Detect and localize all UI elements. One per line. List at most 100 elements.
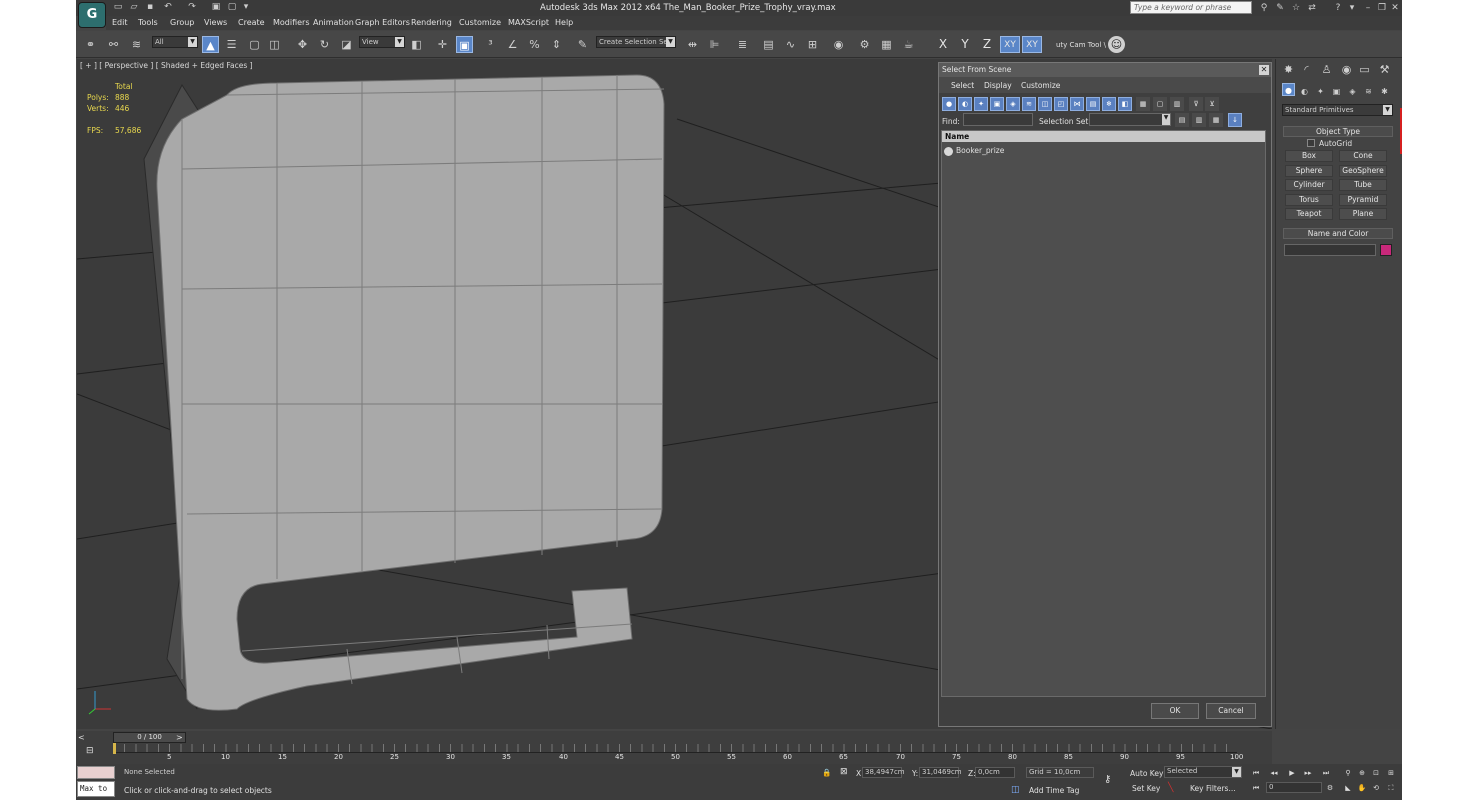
display-invert-icon[interactable]: ▥: [1170, 97, 1184, 111]
restore-icon[interactable]: ❐: [1376, 2, 1388, 14]
pyramid-button[interactable]: Pyramid: [1339, 194, 1387, 206]
align-icon[interactable]: ⊫: [706, 36, 723, 53]
menu-customize[interactable]: Customize: [459, 18, 501, 27]
selection-set-remove-icon[interactable]: ▥: [1192, 113, 1206, 127]
selection-set-add-icon[interactable]: ▤: [1175, 113, 1189, 127]
zoom-extents-all-icon[interactable]: ⊞: [1385, 767, 1397, 779]
sync-selection-icon[interactable]: ↓: [1228, 113, 1242, 127]
next-frame-icon[interactable]: ▸▸: [1302, 767, 1314, 779]
angle-snap-icon[interactable]: ∠: [504, 36, 521, 53]
save-file-icon[interactable]: ▪: [144, 2, 156, 13]
window-crossing-icon[interactable]: ◫: [266, 36, 283, 53]
z-coordinate-field[interactable]: 0,0cm: [975, 767, 1015, 778]
torus-button[interactable]: Torus: [1285, 194, 1333, 206]
close-icon[interactable]: ✕: [1389, 2, 1401, 14]
menu-create[interactable]: Create: [238, 18, 265, 27]
spinner-snap-icon[interactable]: ⇕: [548, 36, 565, 53]
maximize-viewport-icon[interactable]: ⛶: [1385, 782, 1397, 794]
help-dropdown-icon[interactable]: ▾: [1346, 2, 1358, 14]
systems-category-icon[interactable]: ✱: [1378, 83, 1391, 96]
select-manipulate-icon[interactable]: ✛: [434, 36, 451, 53]
mini-curve-editor-icon[interactable]: ⊟: [86, 746, 94, 756]
display-tab-icon[interactable]: ▭: [1356, 61, 1373, 78]
display-containers-icon[interactable]: ▤: [1086, 97, 1100, 111]
selection-set-edit-icon[interactable]: ▦: [1209, 113, 1223, 127]
viewport-label[interactable]: [ + ] [ Perspective ] [ Shaded + Edged F…: [80, 61, 253, 70]
select-and-rotate-icon[interactable]: ↻: [316, 36, 333, 53]
cam-tool-icon[interactable]: ☺: [1108, 36, 1125, 53]
menu-animation[interactable]: Animation: [313, 18, 354, 27]
hierarchy-tab-icon[interactable]: ♙: [1318, 61, 1335, 78]
dialog-title[interactable]: Select From Scene: [939, 63, 1271, 77]
helpers-category-icon[interactable]: ◈: [1346, 83, 1359, 96]
redo-icon[interactable]: ↷: [186, 2, 198, 13]
sphere-button[interactable]: Sphere: [1285, 165, 1333, 177]
display-groups-icon[interactable]: ◫: [1038, 97, 1052, 111]
restrict-z-button[interactable]: Z: [980, 36, 994, 53]
tube-button[interactable]: Tube: [1339, 179, 1387, 191]
maxscript-input[interactable]: Max to: [77, 781, 115, 797]
object-type-rollout[interactable]: Object Type: [1283, 126, 1393, 137]
menu-help[interactable]: Help: [555, 18, 573, 27]
reference-coordinate-dropdown[interactable]: View ▼: [359, 36, 405, 48]
menu-views[interactable]: Views: [204, 18, 227, 27]
menu-tools[interactable]: Tools: [138, 18, 158, 27]
render-production-icon[interactable]: ☕: [900, 36, 917, 53]
geometry-type-dropdown[interactable]: Standard Primitives ▼: [1282, 104, 1393, 116]
graphite-ribbon-icon[interactable]: ▤: [760, 36, 777, 53]
maxscript-listener-mini[interactable]: [77, 766, 115, 779]
pivot-center-icon[interactable]: ◧: [408, 36, 425, 53]
favorites-icon[interactable]: ☆: [1290, 2, 1302, 14]
menu-maxscript[interactable]: MAXScript: [508, 18, 549, 27]
box-button[interactable]: Box: [1285, 150, 1333, 162]
key-mode-toggle-icon[interactable]: ⏮: [1250, 782, 1262, 794]
object-name-input[interactable]: [1284, 244, 1376, 256]
percent-snap-icon[interactable]: %: [526, 36, 543, 53]
name-and-color-rollout[interactable]: Name and Color: [1283, 228, 1393, 239]
display-space-warps-icon[interactable]: ≋: [1022, 97, 1036, 111]
object-color-swatch[interactable]: [1380, 244, 1392, 256]
selection-filter-dropdown[interactable]: All ▼: [152, 36, 198, 48]
bind-space-warp-icon[interactable]: ≋: [128, 36, 145, 53]
geosphere-button[interactable]: GeoSphere: [1339, 165, 1387, 177]
display-geometry-icon[interactable]: ●: [942, 97, 956, 111]
spacewarps-category-icon[interactable]: ≋: [1362, 83, 1375, 96]
named-selection-sets-dropdown[interactable]: Create Selection Se ▼: [596, 36, 676, 48]
x-coordinate-field[interactable]: 38,4947cm: [862, 767, 905, 778]
restrict-x-button[interactable]: X: [936, 36, 950, 53]
minimize-icon[interactable]: –: [1362, 2, 1374, 14]
material-editor-icon[interactable]: ◉: [830, 36, 847, 53]
display-none-icon[interactable]: ▢: [1153, 97, 1167, 111]
key-filters-button[interactable]: Key Filters...: [1190, 784, 1236, 793]
keyboard-shortcut-override-icon[interactable]: ▣: [456, 36, 473, 53]
time-slider-prev-icon[interactable]: <: [78, 733, 85, 742]
list-item[interactable]: Booker_prize: [944, 145, 1004, 156]
y-coordinate-field[interactable]: 31,0469cm: [919, 767, 962, 778]
cylinder-button[interactable]: Cylinder: [1285, 179, 1333, 191]
time-configuration-icon[interactable]: ⚙: [1324, 782, 1336, 794]
exchange-icon[interactable]: ⇄: [1306, 2, 1318, 14]
restrict-plane-button[interactable]: XY: [1022, 36, 1042, 53]
find-input[interactable]: [963, 113, 1033, 126]
menu-modifiers[interactable]: Modifiers: [273, 18, 310, 27]
field-of-view-icon[interactable]: ◣: [1342, 782, 1354, 794]
utilities-tab-icon[interactable]: ⚒: [1376, 61, 1393, 78]
open-file-icon[interactable]: ▱: [128, 2, 140, 13]
render-setup-icon[interactable]: ⚙: [856, 36, 873, 53]
display-all-icon[interactable]: ▦: [1136, 97, 1150, 111]
select-by-name-icon[interactable]: ☰: [223, 36, 240, 53]
select-and-scale-icon[interactable]: ◪: [338, 36, 355, 53]
add-time-tag-button[interactable]: Add Time Tag: [1029, 786, 1079, 795]
search-input[interactable]: Type a keyword or phrase: [1130, 1, 1252, 14]
orbit-icon[interactable]: ⟲: [1370, 782, 1382, 794]
plane-button[interactable]: Plane: [1339, 208, 1387, 220]
motion-tab-icon[interactable]: ◉: [1338, 61, 1355, 78]
select-object-icon[interactable]: ▲: [202, 36, 219, 53]
auto-key-button[interactable]: Auto Key: [1130, 769, 1163, 778]
autogrid-checkbox[interactable]: [1307, 139, 1315, 147]
select-and-move-icon[interactable]: ✥: [294, 36, 311, 53]
selection-set-dropdown[interactable]: ▼: [1089, 113, 1171, 126]
absolute-mode-icon[interactable]: ⊠: [840, 767, 848, 777]
go-to-end-icon[interactable]: ⏭: [1320, 767, 1332, 779]
current-frame-field[interactable]: 0: [1266, 782, 1322, 793]
